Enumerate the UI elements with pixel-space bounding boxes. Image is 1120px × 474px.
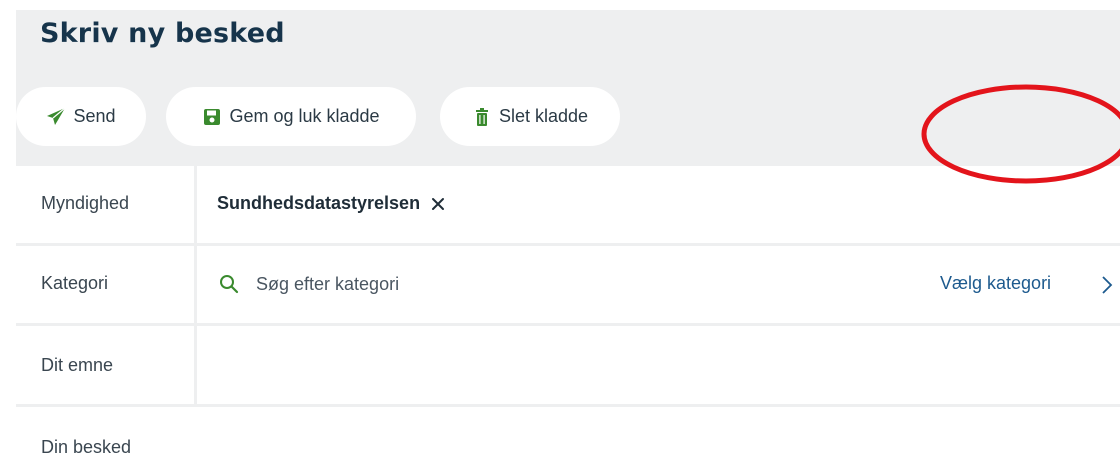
message-row[interactable]: Din besked [16, 407, 1120, 474]
category-search-input[interactable] [256, 266, 816, 302]
chevron-right-icon[interactable] [1101, 275, 1113, 295]
subject-row[interactable]: Dit emne [16, 326, 1120, 404]
compose-panel: Skriv ny besked Send Gem og luk kladde S… [16, 10, 1120, 474]
toolbar: Send Gem og luk kladde Slet kladde [16, 87, 1120, 147]
delete-draft-button[interactable]: Slet kladde [440, 87, 620, 146]
trash-icon [472, 107, 492, 127]
authority-row: Myndighed Sundhedsdatastyrelsen [16, 166, 1120, 243]
search-icon [219, 274, 239, 294]
close-icon[interactable] [430, 196, 446, 212]
category-row: Kategori Vælg kategori [16, 246, 1120, 323]
paper-plane-icon [46, 107, 66, 127]
choose-category-link[interactable]: Vælg kategori [940, 273, 1051, 294]
category-label: Kategori [41, 273, 109, 293]
send-label: Send [73, 106, 116, 126]
save-and-close-draft-button[interactable]: Gem og luk kladde [166, 87, 416, 146]
subject-label: Dit emne [41, 355, 114, 375]
delete-label: Slet kladde [498, 106, 589, 126]
authority-chip: Sundhedsdatastyrelsen [217, 193, 446, 214]
floppy-disk-icon [202, 107, 222, 127]
column-divider [194, 166, 197, 404]
page-title: Skriv ny besked [40, 18, 285, 49]
authority-label: Myndighed [41, 193, 130, 213]
message-form: Myndighed Sundhedsdatastyrelsen Kategori [16, 166, 1120, 474]
send-button[interactable]: Send [16, 87, 146, 146]
save-label: Gem og luk kladde [229, 106, 380, 126]
message-label: Din besked [41, 437, 132, 457]
authority-value: Sundhedsdatastyrelsen [217, 193, 421, 213]
